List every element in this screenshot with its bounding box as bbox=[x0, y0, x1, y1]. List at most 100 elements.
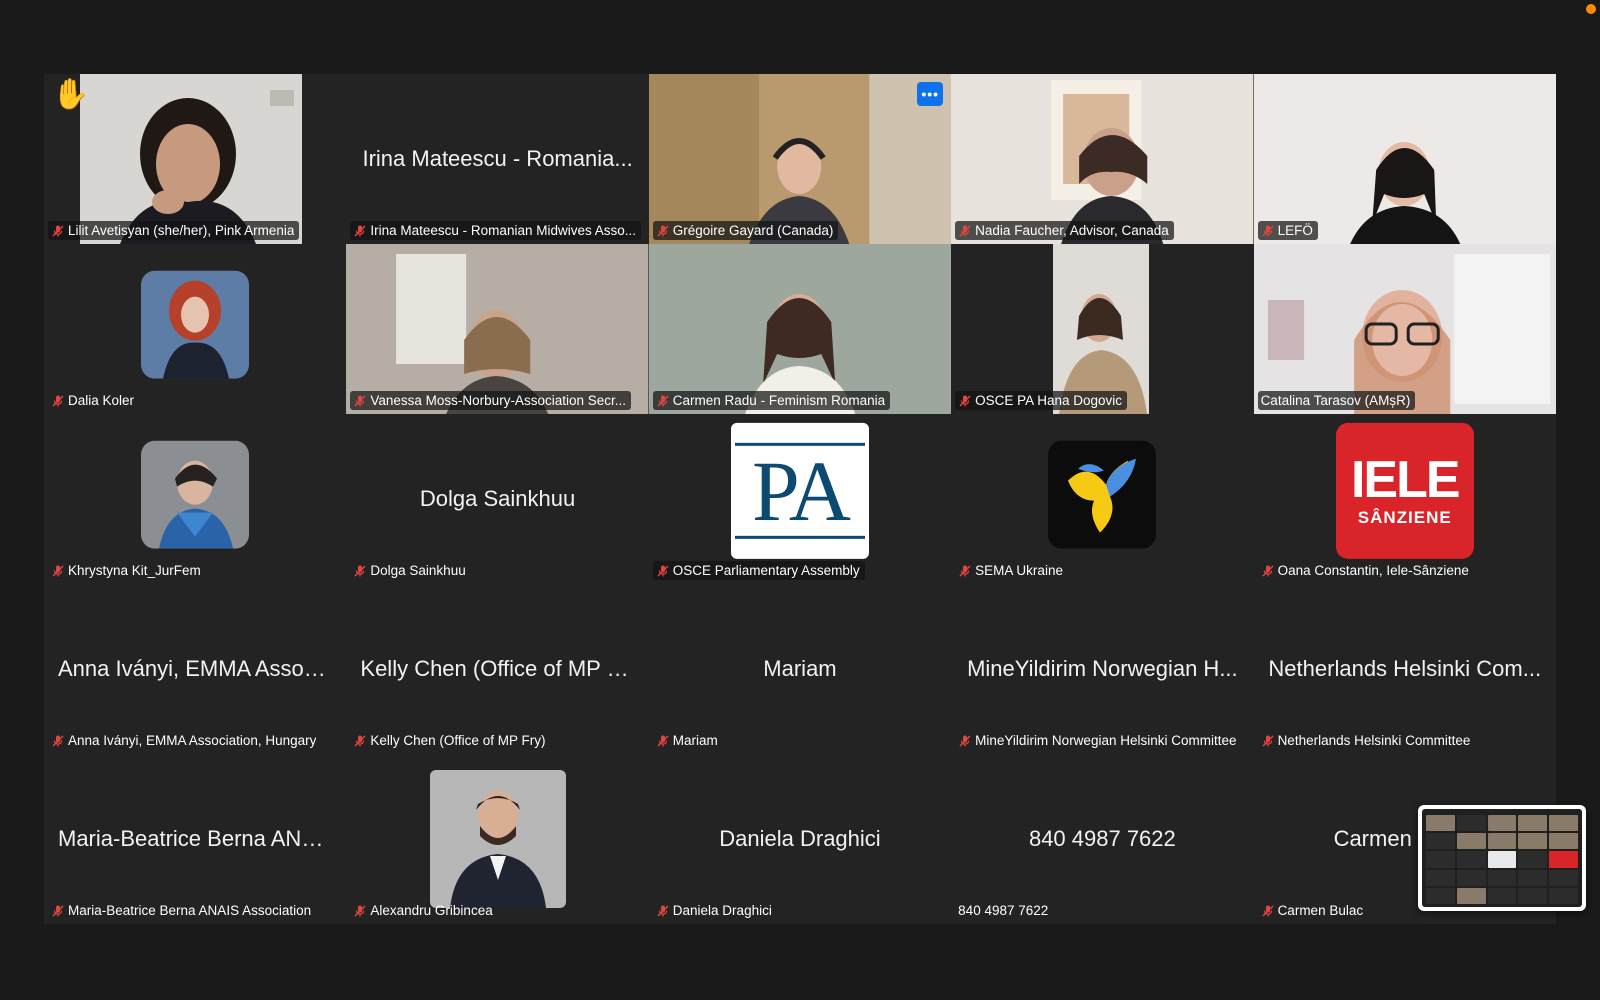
participant-name-tag: Catalina Tarasov (AMșR) bbox=[1257, 391, 1416, 410]
muted-mic-icon bbox=[51, 734, 65, 748]
participant-tile[interactable]: Netherlands Helsinki Com... Netherlands … bbox=[1253, 584, 1556, 754]
muted-mic-icon bbox=[51, 904, 65, 918]
participant-tile[interactable]: LEFÖ bbox=[1253, 74, 1556, 244]
participant-name-tag: Oana Constantin, Iele-Sânziene bbox=[1258, 561, 1474, 580]
muted-mic-icon bbox=[1261, 734, 1275, 748]
participant-name-tag: OSCE Parliamentary Assembly bbox=[652, 561, 865, 580]
muted-mic-icon bbox=[51, 394, 65, 408]
participant-video bbox=[951, 74, 1254, 244]
participant-name-tag: Dalia Koler bbox=[48, 391, 139, 410]
muted-mic-icon bbox=[353, 904, 367, 918]
participant-avatar bbox=[141, 440, 250, 549]
thumbnail-gallery-preview bbox=[1422, 809, 1582, 907]
participant-tile[interactable]: Daniela Draghici Daniela Draghici bbox=[648, 754, 952, 924]
participant-display-name: Netherlands Helsinki Com... bbox=[1268, 656, 1542, 681]
participant-tile[interactable]: Dalia Koler bbox=[44, 244, 347, 414]
more-options-button[interactable]: ••• bbox=[917, 82, 944, 106]
participant-name-tag: Irina Mateescu - Romanian Midwives Asso.… bbox=[350, 221, 641, 240]
participant-display-name: Dolga Sainkhuu bbox=[419, 486, 576, 511]
muted-mic-icon bbox=[958, 734, 972, 748]
participant-name-tag: LEFÖ bbox=[1257, 221, 1318, 240]
participant-video bbox=[1253, 74, 1556, 244]
participant-name-tag: Alexandru Gribincea bbox=[350, 901, 497, 920]
muted-mic-icon bbox=[353, 224, 367, 238]
participant-tile[interactable]: Alexandru Gribincea bbox=[346, 754, 649, 924]
participant-name-tag: Khrystyna Kit_JurFem bbox=[48, 561, 206, 580]
participant-photo bbox=[430, 770, 567, 908]
participant-video bbox=[1053, 244, 1150, 414]
participant-tile-active-speaker[interactable]: Catalina Tarasov (AMșR) bbox=[1253, 244, 1556, 414]
participant-name-tag: 840 4987 7622 bbox=[958, 903, 1049, 918]
participant-tile[interactable]: Dolga Sainkhuu Dolga Sainkhuu bbox=[346, 414, 649, 584]
participant-name-tag: Netherlands Helsinki Committee bbox=[1258, 731, 1476, 750]
participant-tile[interactable]: Maria-Beatrice Berna ANA... Maria-Beatri… bbox=[44, 754, 347, 924]
muted-mic-icon bbox=[958, 224, 972, 238]
muted-mic-icon bbox=[958, 564, 972, 578]
muted-mic-icon bbox=[353, 394, 367, 408]
participant-name-tag: Vanessa Moss-Norbury-Association Secr... bbox=[350, 391, 631, 410]
participant-display-name: 840 4987 7622 bbox=[1028, 826, 1176, 851]
participant-name-tag: OSCE PA Hana Dogovic bbox=[955, 391, 1127, 410]
participant-name-tag: Grégoire Gayard (Canada) bbox=[652, 221, 839, 240]
participant-tile[interactable]: Mariam Mariam bbox=[648, 584, 952, 754]
participant-tile[interactable]: OSCE PA Hana Dogovic bbox=[951, 244, 1254, 414]
participant-display-name: Kelly Chen (Office of MP F... bbox=[360, 656, 635, 681]
participant-tile[interactable]: Irina Mateescu - Romania... Irina Matees… bbox=[346, 74, 649, 244]
participant-video bbox=[648, 74, 952, 244]
participant-tile[interactable]: Kelly Chen (Office of MP F... Kelly Chen… bbox=[346, 584, 649, 754]
participant-tile[interactable]: Khrystyna Kit_JurFem bbox=[44, 414, 347, 584]
participant-tile[interactable]: Carmen Radu - Feminism Romania bbox=[648, 244, 952, 414]
participant-name-tag: Lilit Avetisyan (she/her), Pink Armenia bbox=[48, 221, 300, 240]
gallery-view: ✋ Lilit Avetisyan (she/her), Pink Armeni… bbox=[44, 74, 1556, 924]
participant-display-name: Anna Iványi, EMMA Associ... bbox=[58, 656, 333, 681]
muted-mic-icon bbox=[656, 394, 670, 408]
iele-sanziene-logo: IELE SÂNZIENE bbox=[1335, 422, 1474, 559]
participant-name-tag: Nadia Faucher, Advisor, Canada bbox=[955, 221, 1174, 240]
osce-pa-logo: PA bbox=[730, 422, 869, 559]
muted-mic-icon bbox=[353, 734, 367, 748]
participant-avatar bbox=[141, 270, 250, 379]
participant-name-tag: Carmen Bulac bbox=[1258, 901, 1369, 920]
muted-mic-icon bbox=[656, 734, 670, 748]
muted-mic-icon bbox=[656, 564, 670, 578]
participant-display-name: Maria-Beatrice Berna ANA... bbox=[58, 826, 333, 851]
recording-indicator bbox=[1586, 4, 1596, 14]
participant-video bbox=[1253, 244, 1556, 414]
participant-display-name: Irina Mateescu - Romania... bbox=[362, 146, 633, 171]
participant-name-tag: Carmen Radu - Feminism Romania bbox=[652, 391, 891, 410]
participant-video bbox=[346, 244, 649, 414]
participant-name-tag: Dolga Sainkhuu bbox=[350, 561, 470, 580]
muted-mic-icon bbox=[656, 224, 670, 238]
raised-hand-icon: ✋ bbox=[52, 78, 90, 111]
participant-tile[interactable]: 840 4987 7622 840 4987 7622 bbox=[951, 754, 1254, 924]
sema-ukraine-logo bbox=[1048, 440, 1157, 549]
participant-tile[interactable]: Vanessa Moss-Norbury-Association Secr... bbox=[346, 244, 649, 414]
participant-tile[interactable]: SEMA Ukraine bbox=[951, 414, 1254, 584]
muted-mic-icon bbox=[958, 394, 972, 408]
participant-video bbox=[80, 74, 302, 244]
self-view-thumbnail[interactable] bbox=[1418, 805, 1586, 911]
participant-name-tag: Mariam bbox=[653, 731, 723, 750]
participant-name-tag: Maria-Beatrice Berna ANAIS Association bbox=[48, 901, 316, 920]
muted-mic-icon bbox=[1261, 224, 1275, 238]
participant-name-tag: SEMA Ukraine bbox=[955, 561, 1068, 580]
participant-tile[interactable]: MineYildirim Norwegian H... MineYildirim… bbox=[951, 584, 1254, 754]
muted-mic-icon bbox=[1261, 564, 1275, 578]
participant-name-tag: Kelly Chen (Office of MP Fry) bbox=[350, 731, 550, 750]
muted-mic-icon bbox=[656, 904, 670, 918]
muted-mic-icon bbox=[51, 224, 65, 238]
participant-name-tag: Daniela Draghici bbox=[653, 901, 777, 920]
participant-name-tag: Anna Iványi, EMMA Association, Hungary bbox=[48, 731, 321, 750]
participant-tile[interactable]: IELE SÂNZIENE Oana Constantin, Iele-Sânz… bbox=[1253, 414, 1556, 584]
participant-display-name: Daniela Draghici bbox=[719, 826, 881, 851]
participant-tile[interactable]: ✋ Lilit Avetisyan (she/her), Pink Armeni… bbox=[44, 74, 347, 244]
participant-tile[interactable]: PA OSCE Parliamentary Assembly bbox=[648, 414, 952, 584]
muted-mic-icon bbox=[353, 564, 367, 578]
muted-mic-icon bbox=[1261, 904, 1275, 918]
participant-tile[interactable]: Nadia Faucher, Advisor, Canada bbox=[951, 74, 1254, 244]
participant-tile[interactable]: ••• Grégoire Gayard (Canada) bbox=[648, 74, 952, 244]
muted-mic-icon bbox=[51, 564, 65, 578]
participant-display-name: MineYildirim Norwegian H... bbox=[967, 656, 1238, 681]
participant-tile[interactable]: Anna Iványi, EMMA Associ... Anna Iványi,… bbox=[44, 584, 347, 754]
participant-display-name: Mariam bbox=[763, 656, 837, 681]
